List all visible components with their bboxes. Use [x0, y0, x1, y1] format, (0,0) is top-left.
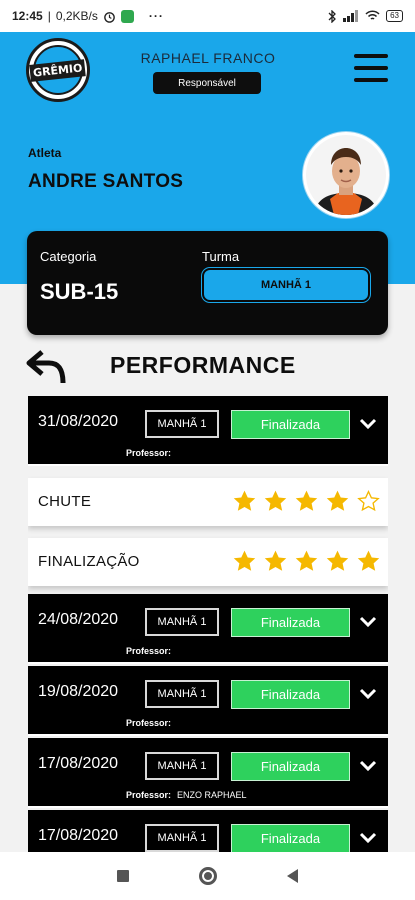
- session-date: 17/08/2020: [38, 827, 119, 844]
- session-row[interactable]: 17/08/2020 MANHÃ 1 Finalizada Professor:…: [28, 738, 388, 808]
- skill-name: CHUTE: [38, 493, 92, 510]
- bluetooth-icon: [328, 9, 337, 23]
- user-role-badge: Responsável: [153, 72, 261, 94]
- menu-icon[interactable]: [354, 54, 388, 82]
- session-row[interactable]: 19/08/2020 MANHÃ 1 Finalizada Professor:: [28, 666, 388, 736]
- logo-text: GRÊMIO: [29, 58, 87, 82]
- skill-row-finalizacao: FINALIZAÇÃO: [28, 538, 388, 586]
- user-name: RAPHAEL FRANCO: [140, 50, 276, 66]
- alarm-icon: [104, 11, 115, 23]
- app-notification-icon: [120, 9, 134, 23]
- athlete-photo: [306, 135, 386, 215]
- chevron-down-icon[interactable]: [358, 683, 378, 703]
- star-icon[interactable]: [325, 489, 350, 514]
- session-professor: Professor: ENZO RAPHAEL: [126, 790, 247, 800]
- chevron-down-icon[interactable]: [358, 611, 378, 631]
- star-icon[interactable]: [356, 549, 381, 574]
- session-class: MANHÃ 1: [145, 410, 219, 438]
- skill-rating[interactable]: [232, 489, 381, 514]
- session-date: 19/08/2020: [38, 683, 119, 700]
- athlete-name: ANDRE SANTOS: [28, 171, 184, 192]
- session-class: MANHÃ 1: [145, 608, 219, 636]
- session-date: 24/08/2020: [38, 611, 119, 628]
- nav-recents-icon[interactable]: [117, 870, 129, 882]
- session-status-badge: Finalizada: [231, 410, 350, 439]
- club-logo: GRÊMIO: [26, 38, 90, 102]
- star-icon[interactable]: [263, 489, 288, 514]
- session-professor: Professor:: [126, 448, 172, 458]
- star-icon[interactable]: [263, 549, 288, 574]
- back-arrow-icon[interactable]: [26, 348, 68, 386]
- class-label: Turma: [202, 249, 240, 264]
- session-professor: Professor:: [126, 646, 172, 656]
- status-bar: 12:45 | 0,2KB/s ··· 63: [0, 0, 415, 32]
- status-time: 12:45: [12, 9, 43, 23]
- more-notifications-icon: ···: [148, 9, 164, 23]
- star-icon[interactable]: [294, 549, 319, 574]
- signal-icon: [343, 10, 359, 22]
- star-icon[interactable]: [294, 489, 319, 514]
- system-nav-bar: [0, 852, 415, 900]
- performance-list: 31/08/2020 MANHÃ 1 Finalizada Professor:…: [28, 396, 388, 852]
- star-outline-icon[interactable]: [356, 489, 381, 514]
- chevron-down-icon[interactable]: [358, 755, 378, 775]
- athlete-avatar[interactable]: [303, 132, 389, 218]
- star-icon[interactable]: [325, 549, 350, 574]
- session-row[interactable]: 24/08/2020 MANHÃ 1 Finalizada Professor:: [28, 594, 388, 664]
- skill-row-chute: CHUTE: [28, 478, 388, 526]
- nav-home-icon[interactable]: [199, 867, 217, 885]
- star-icon[interactable]: [232, 549, 257, 574]
- chevron-down-icon[interactable]: [358, 413, 378, 433]
- category-value: SUB-15: [40, 279, 119, 304]
- battery-icon: 63: [386, 10, 403, 22]
- wifi-icon: [365, 10, 380, 20]
- session-class: MANHÃ 1: [145, 680, 219, 708]
- session-status-badge: Finalizada: [231, 824, 350, 852]
- star-icon[interactable]: [232, 489, 257, 514]
- session-row[interactable]: 31/08/2020 MANHÃ 1 Finalizada Professor:: [28, 396, 388, 466]
- class-select-button[interactable]: MANHÃ 1: [202, 268, 370, 302]
- status-network-speed: 0,2KB/s: [55, 9, 98, 23]
- session-status-badge: Finalizada: [231, 608, 350, 637]
- chevron-down-icon[interactable]: [358, 827, 378, 847]
- skill-rating[interactable]: [232, 549, 381, 574]
- session-professor: Professor:: [126, 718, 172, 728]
- session-date: 17/08/2020: [38, 755, 119, 772]
- session-class: MANHÃ 1: [145, 752, 219, 780]
- session-status-badge: Finalizada: [231, 680, 350, 709]
- nav-back-icon[interactable]: [287, 869, 298, 883]
- category-card: Categoria SUB-15 Turma MANHÃ 1: [27, 231, 388, 335]
- skill-name: FINALIZAÇÃO: [38, 553, 140, 570]
- category-label: Categoria: [40, 249, 97, 264]
- athlete-label: Atleta: [28, 146, 62, 160]
- session-class: MANHÃ 1: [145, 824, 219, 852]
- session-row[interactable]: 17/08/2020 MANHÃ 1 Finalizada: [28, 810, 388, 852]
- performance-title: PERFORMANCE: [110, 352, 296, 378]
- session-date: 31/08/2020: [38, 413, 119, 430]
- session-status-badge: Finalizada: [231, 752, 350, 781]
